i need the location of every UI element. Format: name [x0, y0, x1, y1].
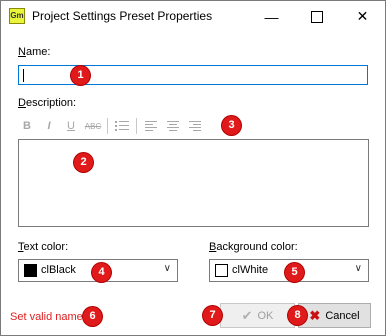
background-color-swatch: [215, 264, 228, 277]
close-icon: ✕: [356, 8, 369, 24]
chevron-down-icon: ∨: [354, 263, 362, 274]
app-icon: Gm: [9, 8, 25, 24]
minimize-button[interactable]: —: [249, 1, 294, 32]
list-icon: [115, 121, 129, 131]
toolbar-separator: [107, 118, 108, 134]
annotation-badge-1: 1: [71, 66, 90, 85]
underline-icon: U: [67, 120, 75, 132]
close-button[interactable]: ✕: [340, 1, 385, 32]
background-color-value: clWhite: [232, 264, 269, 276]
text-color-label: Text color:: [18, 241, 69, 253]
underline-button[interactable]: U: [62, 117, 80, 135]
chevron-down-icon: ∨: [163, 263, 171, 274]
ok-button[interactable]: ✔ OK: [220, 303, 295, 328]
strikethrough-icon: ABC: [84, 121, 102, 131]
background-color-label: Background color:: [209, 241, 298, 253]
text-color-swatch: [24, 264, 37, 277]
dialog-window: Gm Project Settings Preset Properties — …: [0, 0, 386, 336]
strikethrough-button[interactable]: ABC: [84, 117, 102, 135]
format-toolbar: B I U ABC: [18, 117, 208, 135]
description-label: Description:: [18, 97, 77, 109]
align-right-icon: [189, 120, 201, 131]
italic-button[interactable]: I: [40, 117, 58, 135]
annotation-badge-5: 5: [285, 263, 304, 282]
maximize-icon: [310, 10, 323, 23]
checkmark-icon: ✔: [241, 307, 253, 323]
align-center-button[interactable]: [164, 117, 182, 135]
validation-message: Set valid name: [10, 311, 83, 323]
text-color-value: clBlack: [41, 264, 76, 276]
annotation-badge-8: 8: [288, 306, 307, 325]
text-caret: [23, 69, 24, 82]
annotation-badge-4: 4: [92, 263, 111, 282]
toolbar-separator: [136, 118, 137, 134]
bold-icon: B: [23, 120, 31, 132]
annotation-badge-3: 3: [222, 116, 241, 135]
align-left-icon: [145, 120, 157, 131]
align-right-button[interactable]: [186, 117, 204, 135]
minimize-icon: —: [264, 8, 279, 25]
annotation-badge-6: 6: [83, 307, 102, 326]
ok-button-label: OK: [257, 309, 274, 322]
description-textarea[interactable]: [18, 139, 369, 227]
title-bar: Gm Project Settings Preset Properties — …: [1, 1, 385, 32]
cancel-button[interactable]: ✖ Cancel: [298, 303, 371, 328]
cancel-x-icon: ✖: [309, 307, 321, 323]
name-label: Name:: [18, 46, 51, 58]
align-center-icon: [167, 120, 179, 131]
bullet-list-button[interactable]: [113, 117, 131, 135]
maximize-button[interactable]: [294, 1, 339, 32]
annotation-badge-2: 2: [74, 153, 93, 172]
cancel-button-label: Cancel: [325, 309, 360, 322]
annotation-badge-7: 7: [203, 306, 222, 325]
bold-button[interactable]: B: [18, 117, 36, 135]
align-left-button[interactable]: [142, 117, 160, 135]
italic-icon: I: [47, 120, 51, 132]
window-title: Project Settings Preset Properties: [32, 9, 213, 23]
